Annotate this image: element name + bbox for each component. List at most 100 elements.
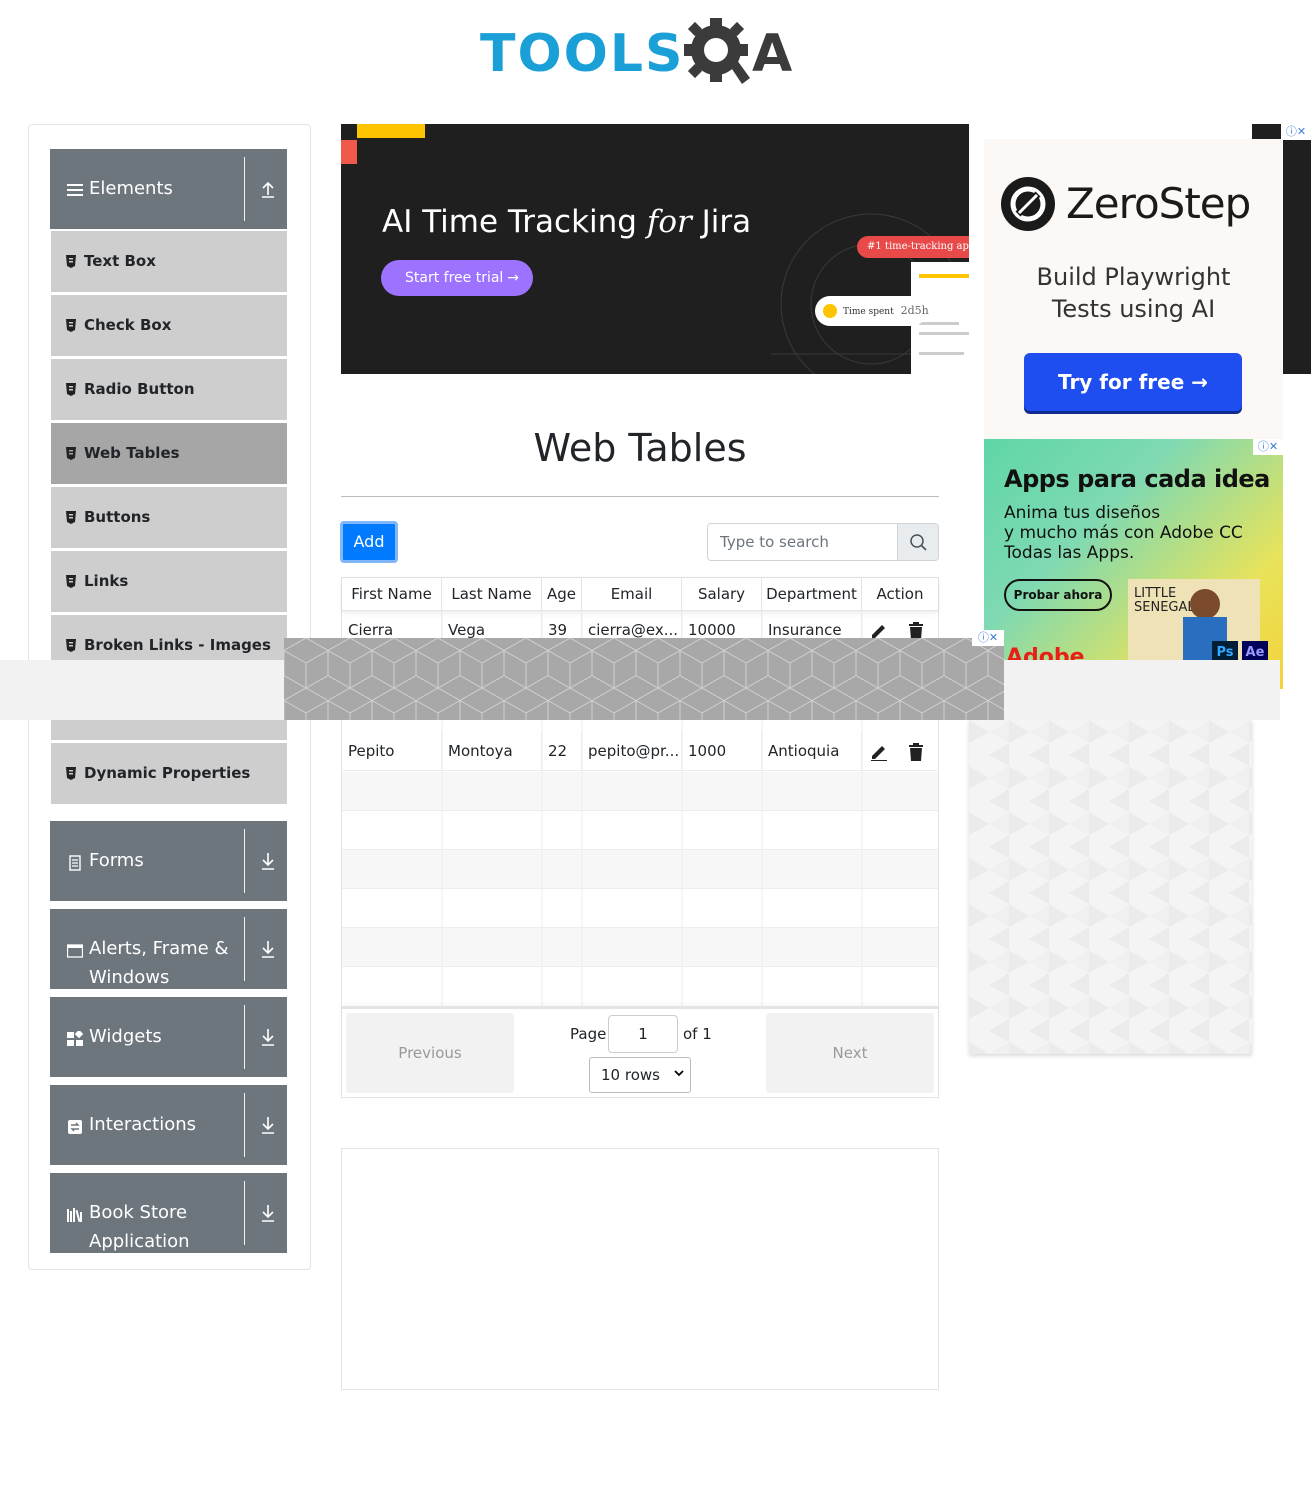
start-free-trial-button[interactable]: Start free trial → [381, 260, 533, 296]
expand-icon[interactable] [259, 939, 277, 959]
menu-item-radio-button[interactable]: Radio Button [51, 359, 287, 421]
column-header-salary[interactable]: Salary [682, 578, 762, 611]
cube-pattern [284, 638, 1004, 720]
collapse-icon[interactable] [259, 179, 277, 199]
group-header-forms[interactable]: Forms [50, 821, 287, 901]
next-button[interactable]: Next [766, 1013, 934, 1093]
menu-item-label: Web Tables [84, 444, 180, 462]
pill-label: Time spent [843, 307, 894, 317]
divider [244, 829, 245, 893]
html-icon [66, 767, 76, 780]
group-title: Widgets [89, 1026, 162, 1047]
group-header-book-store[interactable]: Book Store Application [50, 1173, 287, 1253]
books-icon [67, 1208, 82, 1223]
group-header-alerts[interactable]: Alerts, Frame & Windows [50, 909, 287, 989]
menu-item-check-box[interactable]: Check Box [51, 295, 287, 357]
expand-icon[interactable] [259, 1115, 277, 1135]
page-total: of 1 [683, 1025, 712, 1043]
image-caption: LITTLE SENEGAL [1134, 586, 1195, 615]
menu-item-links[interactable]: Links [51, 551, 287, 613]
menu-item-label: Radio Button [84, 380, 195, 398]
adobe-ad-image: LITTLE SENEGAL [1128, 579, 1260, 665]
search-icon [910, 534, 927, 551]
zerostep-name: ZeroStep [1066, 179, 1251, 228]
adobe-subtitle: Anima tus diseños y mucho más con Adobe … [1004, 503, 1243, 563]
group-title: Alerts, Frame & Windows [89, 938, 229, 988]
menu-item-label: Check Box [84, 316, 172, 334]
menu-item-web-tables[interactable]: Web Tables [51, 423, 287, 485]
clock-icon [823, 304, 837, 318]
adobe-ad[interactable]: Apps para cada idea Anima tus diseños y … [984, 439, 1283, 689]
group-header-elements[interactable]: Elements [50, 149, 287, 229]
html-icon [66, 383, 76, 396]
pagination-bar: Previous Page 1 of 1 10 rows Next [342, 1007, 938, 1097]
group-title: Elements [89, 178, 173, 199]
cube-pattern-ad[interactable] [284, 638, 1004, 720]
search-input[interactable] [708, 524, 898, 560]
time-spent-pill: Time spent 2d5h [815, 296, 929, 326]
triangle-pattern [969, 720, 1252, 1054]
expand-icon[interactable] [259, 1203, 277, 1223]
html-icon [66, 255, 76, 268]
jira-ad-banner[interactable]: AI Time Tracking for Jira Start free tri… [341, 124, 969, 374]
chevron-down-icon [674, 1070, 684, 1077]
try-for-free-button[interactable]: Try for free → [1024, 353, 1242, 411]
menu-item-buttons[interactable]: Buttons [51, 487, 287, 549]
widgets-icon [67, 1031, 83, 1046]
window-icon [67, 944, 83, 958]
expand-icon[interactable] [259, 851, 277, 871]
menu-item-text-box[interactable]: Text Box [51, 231, 287, 293]
pill-value: 2d5h [900, 304, 929, 317]
divider [244, 1093, 245, 1157]
ad-overlay-band [0, 660, 284, 720]
rows-per-page-select[interactable]: 10 rows [589, 1057, 691, 1093]
gear-icon [684, 18, 750, 84]
form-icon [69, 855, 81, 871]
previous-button[interactable]: Previous [346, 1013, 514, 1093]
column-header-email[interactable]: Email [582, 578, 682, 611]
search-box [707, 523, 939, 561]
decor-strip [341, 140, 357, 164]
headline-for: for [646, 204, 692, 240]
column-header-department[interactable]: Department [762, 578, 862, 611]
ad-close-icon[interactable]: ⓘ✕ [1281, 124, 1311, 140]
headline-jira: Jira [691, 204, 752, 240]
divider [244, 1005, 245, 1069]
ad-overlay-band [1004, 660, 1280, 720]
column-header-first-name[interactable]: First Name [342, 578, 442, 611]
ad-close-icon[interactable]: ⓘ✕ [1253, 439, 1283, 455]
probar-ahora-button[interactable]: Probar ahora [1004, 579, 1112, 611]
expand-icon[interactable] [259, 1027, 277, 1047]
group-header-widgets[interactable]: Widgets [50, 997, 287, 1077]
logo-text: TOOLS [480, 24, 685, 84]
title-divider [341, 496, 939, 497]
toolsqa-logo[interactable]: TOOLS A [480, 14, 810, 94]
interactions-icon [68, 1120, 82, 1134]
zerostep-subtitle: Build Playwright Tests using AI [1036, 263, 1231, 323]
html-icon [66, 319, 76, 332]
page-info: Page 1 of 1 10 rows [568, 1013, 712, 1097]
menu-item-dynamic-properties[interactable]: Dynamic Properties [51, 743, 287, 805]
bottom-ad-placeholder [341, 1148, 939, 1390]
hamburger-icon [67, 184, 83, 196]
logo-text-a: A [752, 24, 793, 84]
divider [244, 1181, 245, 1245]
cta-label: Start free trial [405, 270, 504, 286]
column-header-action: Action [876, 585, 924, 603]
group-header-interactions[interactable]: Interactions [50, 1085, 287, 1165]
zerostep-ad[interactable]: ZeroStep Build Playwright Tests using AI… [984, 139, 1283, 439]
ad-close-icon[interactable]: ⓘ✕ [972, 630, 1004, 646]
column-header-last-name[interactable]: Last Name [442, 578, 542, 611]
page-jump-input[interactable]: 1 [608, 1015, 678, 1053]
html-icon [66, 447, 76, 460]
menu-item-label: Buttons [84, 508, 151, 526]
add-button[interactable]: Add [340, 521, 398, 563]
arrow-right-icon: → [507, 270, 519, 286]
divider [244, 157, 245, 221]
ad-headline: AI Time Tracking for Jira [382, 204, 751, 240]
search-button[interactable] [897, 524, 938, 560]
ad-badge: #1 time-tracking app [857, 236, 969, 258]
divider [244, 917, 245, 981]
column-header-age[interactable]: Age [542, 578, 582, 611]
table-header: First Name Last Name Age Email Salary De… [342, 578, 938, 611]
